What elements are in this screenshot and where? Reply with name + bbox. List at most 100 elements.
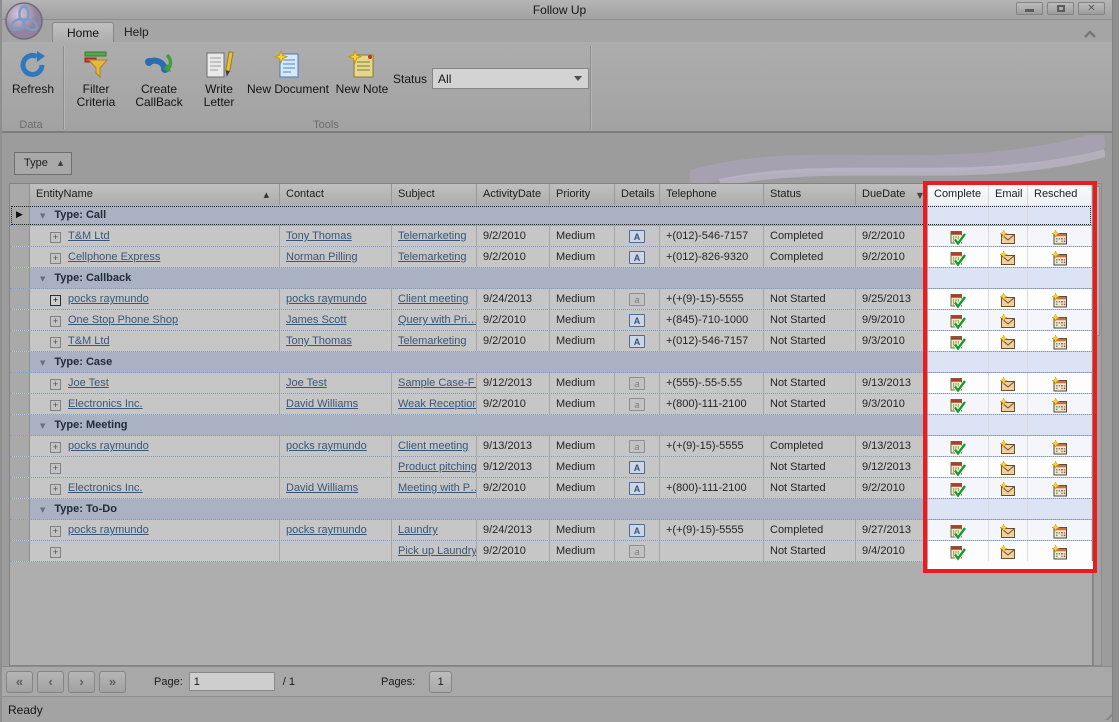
resched-icon[interactable] <box>1052 545 1068 561</box>
expand-row-icon[interactable]: + <box>50 484 61 495</box>
new-document-button[interactable]: New Document <box>246 44 330 118</box>
column-header-email[interactable]: Email <box>989 184 1028 205</box>
resched-icon[interactable] <box>1052 461 1068 477</box>
complete-icon[interactable] <box>950 314 966 330</box>
resched-icon[interactable] <box>1052 251 1068 267</box>
contact-link[interactable]: Joe Test <box>286 377 327 389</box>
email-icon[interactable] <box>1000 461 1016 477</box>
email-icon[interactable] <box>1000 251 1016 267</box>
last-page-button[interactable]: » <box>99 671 126 693</box>
column-header-phone[interactable]: Telephone <box>660 184 764 205</box>
entity-link[interactable]: T&M Ltd <box>68 230 110 242</box>
resched-icon[interactable] <box>1052 398 1068 414</box>
group-collapse-icon[interactable]: ▼ <box>40 212 45 220</box>
tab-help[interactable]: Help <box>110 22 163 42</box>
complete-icon[interactable] <box>950 293 966 309</box>
column-header-priority[interactable]: Priority <box>550 184 615 205</box>
create-callback-button[interactable]: Create CallBack <box>128 44 190 118</box>
contact-link[interactable]: pocks raymundo <box>286 293 367 305</box>
complete-icon[interactable] <box>950 335 966 351</box>
maximize-button[interactable] <box>1047 2 1074 15</box>
subject-link[interactable]: Meeting with P… <box>398 482 477 494</box>
details-icon[interactable]: a <box>629 377 645 390</box>
next-page-button[interactable]: › <box>68 671 95 693</box>
new-note-button[interactable]: New Note <box>334 44 390 118</box>
group-row-band[interactable]: ▼Type: Callback <box>30 268 928 288</box>
group-row[interactable]: ▼Type: Meeting <box>10 415 1092 436</box>
resched-icon[interactable] <box>1052 293 1068 309</box>
complete-icon[interactable] <box>950 545 966 561</box>
complete-icon[interactable] <box>950 524 966 540</box>
expand-row-icon[interactable]: + <box>50 379 61 390</box>
minimize-button[interactable] <box>1016 2 1043 15</box>
contact-link[interactable]: pocks raymundo <box>286 524 367 536</box>
resched-icon[interactable] <box>1052 314 1068 330</box>
group-row-band[interactable]: ▼Type: Call <box>30 205 928 225</box>
email-icon[interactable] <box>1000 293 1016 309</box>
details-icon[interactable]: A <box>629 230 645 243</box>
close-button[interactable]: ✕ <box>1078 2 1105 15</box>
expand-row-icon[interactable]: + <box>50 526 61 537</box>
tab-home[interactable]: Home <box>52 22 114 42</box>
complete-icon[interactable] <box>950 482 966 498</box>
column-header-adate[interactable]: ActivityDate <box>477 184 550 205</box>
email-icon[interactable] <box>1000 230 1016 246</box>
entity-link[interactable]: pocks raymundo <box>68 293 149 305</box>
page-1-button[interactable]: 1 <box>429 671 452 693</box>
email-icon[interactable] <box>1000 482 1016 498</box>
entity-link[interactable]: T&M Ltd <box>68 335 110 347</box>
group-row[interactable]: ▶▼Type: Call <box>10 205 1092 226</box>
refresh-button[interactable]: Refresh <box>6 44 60 118</box>
scrollbar-thumb[interactable] <box>1095 186 1100 336</box>
complete-icon[interactable] <box>950 398 966 414</box>
group-by-type-chip[interactable]: Type▲ <box>14 152 72 175</box>
group-collapse-icon[interactable]: ▼ <box>40 275 45 283</box>
column-header-subject[interactable]: Subject <box>392 184 477 205</box>
previous-page-button[interactable]: ‹ <box>37 671 64 693</box>
details-icon[interactable]: a <box>629 398 645 411</box>
vertical-scrollbar[interactable] <box>1093 183 1102 666</box>
email-icon[interactable] <box>1000 545 1016 561</box>
entity-link[interactable]: Electronics Inc. <box>68 482 143 494</box>
details-icon[interactable]: A <box>629 314 645 327</box>
complete-icon[interactable] <box>950 230 966 246</box>
entity-link[interactable]: Joe Test <box>68 377 109 389</box>
subject-link[interactable]: Telemarketing <box>398 335 466 347</box>
expand-row-icon[interactable]: + <box>50 232 61 243</box>
details-icon[interactable]: a <box>629 440 645 453</box>
column-header-resched[interactable]: Resched <box>1028 184 1092 205</box>
resched-icon[interactable] <box>1052 440 1068 456</box>
column-header-complete[interactable]: Complete <box>928 184 989 205</box>
column-header-entity[interactable]: EntityName▲ <box>30 184 280 205</box>
resched-icon[interactable] <box>1052 335 1068 351</box>
resched-icon[interactable] <box>1052 230 1068 246</box>
group-row[interactable]: ▼Type: Case <box>10 352 1092 373</box>
details-icon[interactable]: A <box>629 482 645 495</box>
expand-row-icon[interactable]: + <box>50 442 61 453</box>
expand-row-icon[interactable]: + <box>50 295 61 306</box>
resched-icon[interactable] <box>1052 482 1068 498</box>
email-icon[interactable] <box>1000 440 1016 456</box>
details-icon[interactable]: A <box>629 335 645 348</box>
column-header-ddate[interactable]: DueDate▼ <box>856 184 928 205</box>
expand-row-icon[interactable]: + <box>50 547 61 558</box>
details-icon[interactable]: A <box>629 251 645 264</box>
contact-link[interactable]: Tony Thomas <box>286 230 352 242</box>
details-icon[interactable]: a <box>629 545 645 558</box>
subject-link[interactable]: Client meeting <box>398 440 468 452</box>
entity-link[interactable]: Cellphone Express <box>68 251 160 263</box>
column-header-status[interactable]: Status <box>764 184 856 205</box>
filter-criteria-button[interactable]: Filter Criteria <box>68 44 124 118</box>
contact-link[interactable]: James Scott <box>286 314 347 326</box>
complete-icon[interactable] <box>950 377 966 393</box>
subject-link[interactable]: Product pitching <box>398 461 477 473</box>
contact-link[interactable]: pocks raymundo <box>286 440 367 452</box>
group-collapse-icon[interactable]: ▼ <box>40 422 45 430</box>
column-header-contact[interactable]: Contact <box>280 184 392 205</box>
details-icon[interactable]: A <box>629 461 645 474</box>
subject-link[interactable]: Pick up Laundry <box>398 545 477 557</box>
status-select[interactable]: All <box>432 68 589 89</box>
subject-link[interactable]: Client meeting <box>398 293 468 305</box>
column-header-details[interactable]: Details <box>615 184 660 205</box>
filter-dropdown-icon[interactable]: ▼ <box>917 191 923 200</box>
